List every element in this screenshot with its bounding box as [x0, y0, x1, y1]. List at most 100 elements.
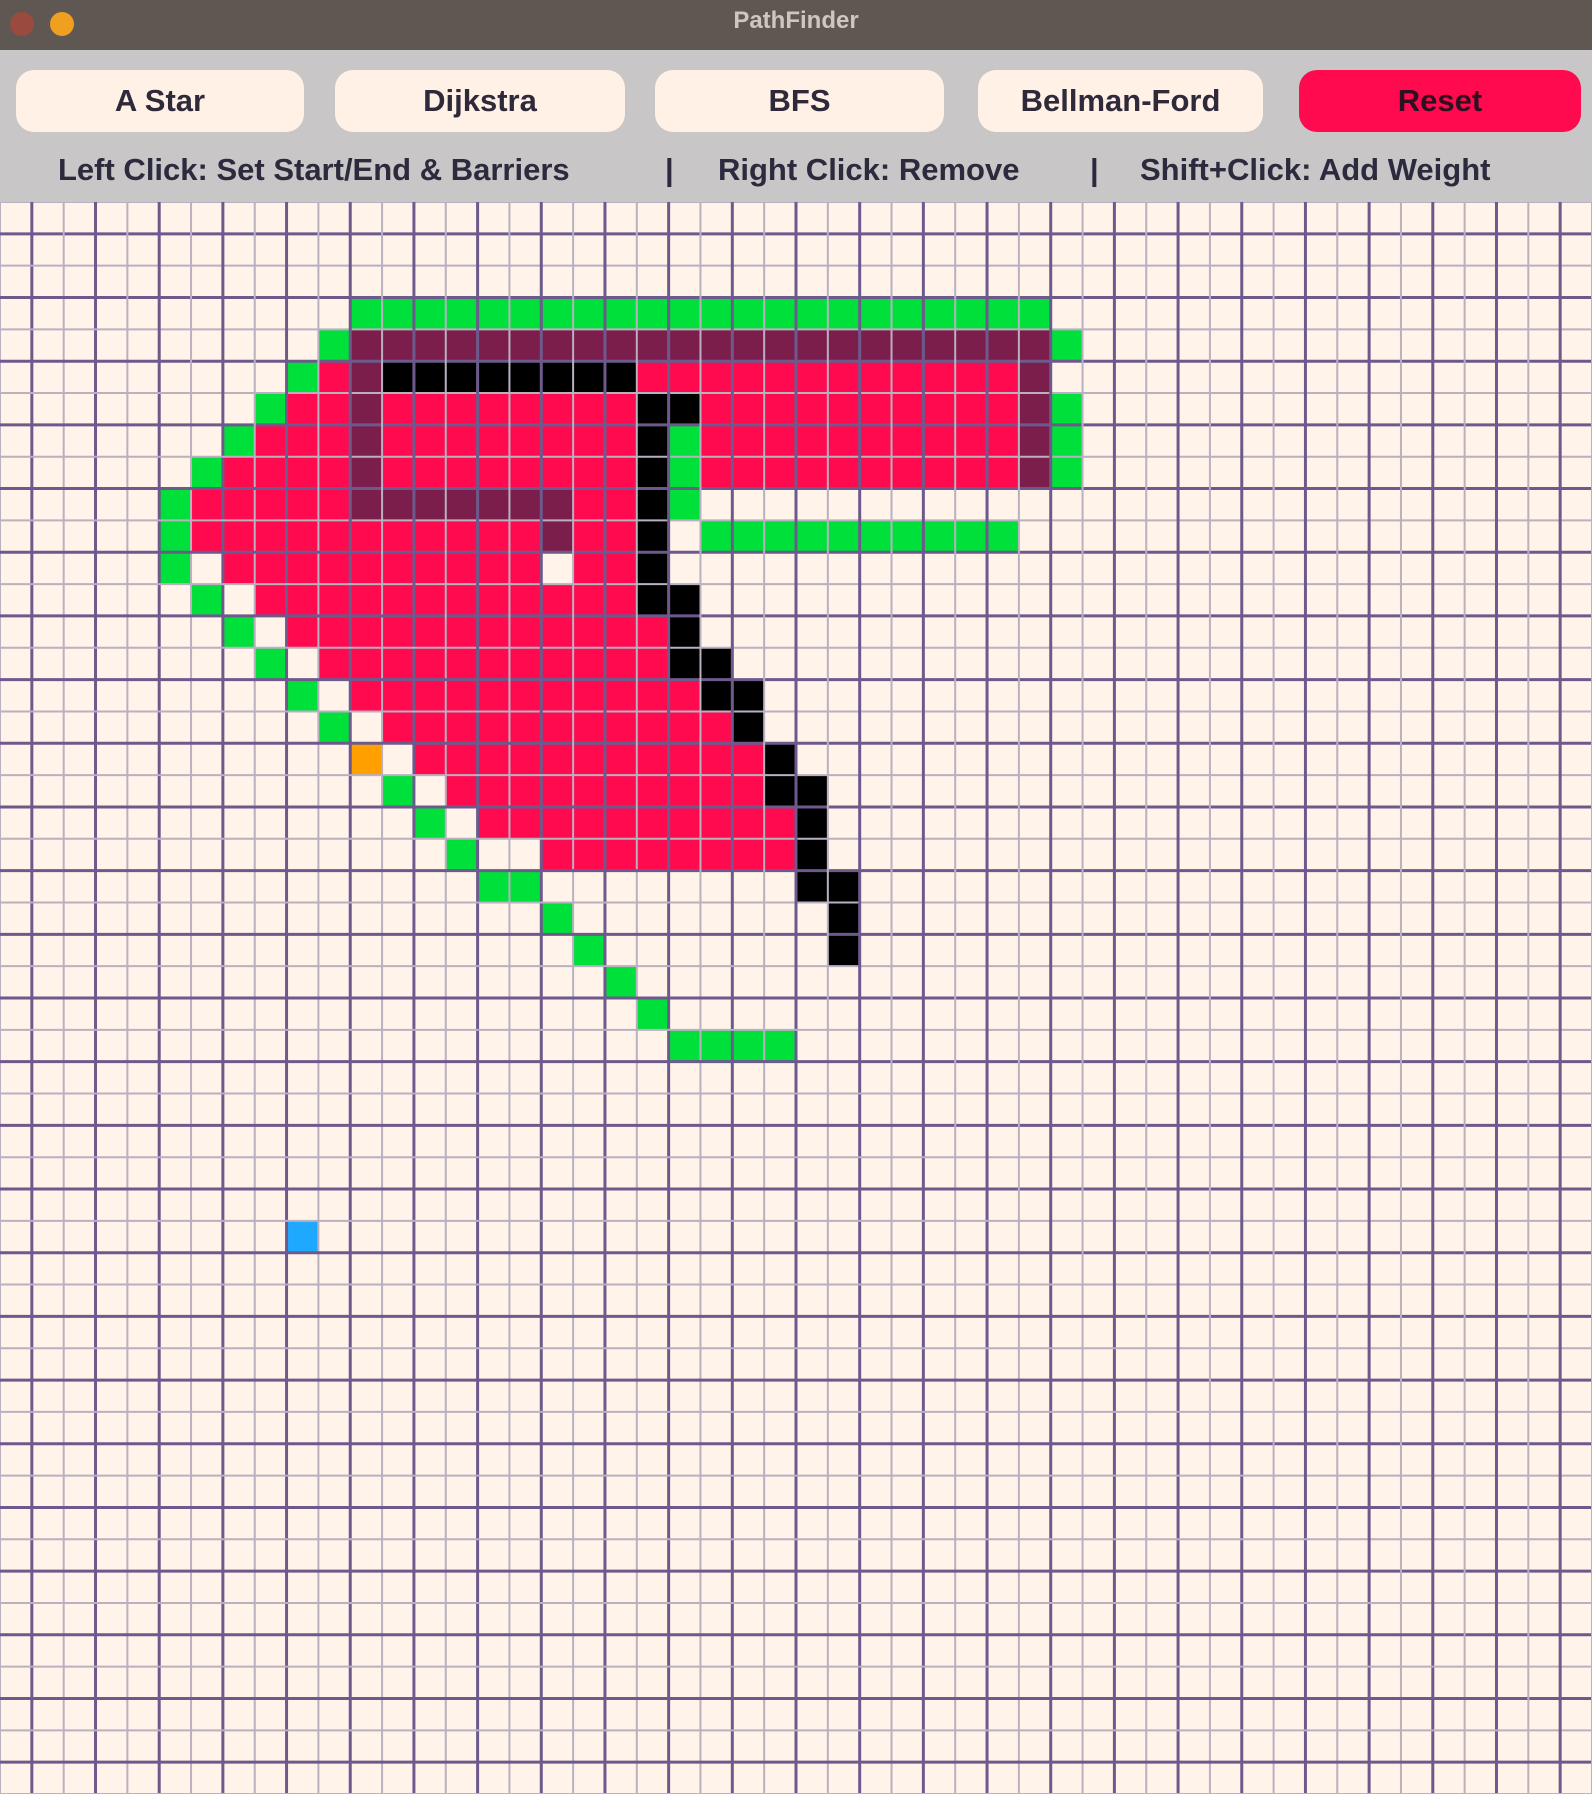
pathfinding-grid[interactable]	[0, 202, 1592, 1794]
open-cell[interactable]	[1050, 456, 1083, 489]
barrier-cell[interactable]	[796, 838, 828, 871]
barrier-cell[interactable]	[636, 584, 669, 616]
open-cell[interactable]	[827, 520, 860, 553]
open-cell[interactable]	[891, 297, 924, 330]
open-cell[interactable]	[923, 520, 956, 553]
open-cell[interactable]	[668, 488, 701, 521]
path-cell[interactable]	[413, 329, 446, 362]
open-cell[interactable]	[891, 520, 924, 553]
open-cell[interactable]	[318, 329, 351, 362]
barrier-cell[interactable]	[668, 584, 701, 616]
path-cell[interactable]	[413, 488, 446, 521]
closed-cell[interactable]	[413, 743, 765, 776]
barrier-cell[interactable]	[827, 934, 860, 967]
path-cell[interactable]	[764, 329, 796, 362]
open-cell[interactable]	[987, 297, 1019, 330]
open-cell[interactable]	[1050, 424, 1083, 457]
open-cell[interactable]	[413, 297, 446, 330]
path-cell[interactable]	[668, 329, 701, 362]
open-cell[interactable]	[796, 297, 828, 330]
open-cell[interactable]	[700, 520, 733, 553]
open-cell[interactable]	[191, 456, 223, 489]
open-cell[interactable]	[413, 806, 446, 839]
open-cell[interactable]	[350, 297, 383, 330]
open-cell[interactable]	[159, 552, 192, 585]
open-cell[interactable]	[254, 647, 287, 680]
open-cell[interactable]	[445, 838, 478, 871]
open-cell[interactable]	[700, 297, 733, 330]
barrier-cell[interactable]	[764, 775, 796, 807]
path-cell[interactable]	[573, 329, 605, 362]
barrier-cell[interactable]	[668, 393, 701, 425]
barrier-cell[interactable]	[636, 456, 669, 489]
open-cell[interactable]	[159, 488, 192, 521]
barrier-cell[interactable]	[509, 361, 542, 394]
path-cell[interactable]	[955, 329, 988, 362]
open-cell[interactable]	[286, 361, 319, 394]
barrier-cell[interactable]	[796, 870, 828, 903]
path-cell[interactable]	[350, 488, 383, 521]
path-cell[interactable]	[1018, 424, 1051, 457]
open-cell[interactable]	[222, 615, 255, 648]
barrier-cell[interactable]	[636, 424, 669, 457]
open-cell[interactable]	[477, 870, 510, 903]
barrier-cell[interactable]	[700, 647, 733, 680]
open-cell[interactable]	[191, 584, 223, 616]
barrier-cell[interactable]	[796, 775, 828, 807]
open-cell[interactable]	[668, 297, 701, 330]
open-cell[interactable]	[509, 297, 542, 330]
open-cell[interactable]	[764, 1029, 796, 1062]
path-cell[interactable]	[541, 520, 574, 553]
path-cell[interactable]	[382, 488, 414, 521]
open-cell[interactable]	[1050, 393, 1083, 425]
open-cell[interactable]	[668, 424, 701, 457]
path-cell[interactable]	[604, 329, 637, 362]
path-cell[interactable]	[509, 329, 542, 362]
open-cell[interactable]	[764, 297, 796, 330]
closed-cell[interactable]	[350, 679, 701, 712]
open-cell[interactable]	[382, 775, 414, 807]
open-cell[interactable]	[764, 520, 796, 553]
open-cell[interactable]	[668, 456, 701, 489]
barrier-cell[interactable]	[382, 361, 414, 394]
open-cell[interactable]	[604, 297, 637, 330]
barrier-cell[interactable]	[668, 615, 701, 648]
bfs-button[interactable]: BFS	[655, 70, 944, 132]
reset-button[interactable]: Reset	[1299, 70, 1581, 132]
open-cell[interactable]	[222, 424, 255, 457]
path-cell[interactable]	[636, 329, 669, 362]
barrier-cell[interactable]	[732, 679, 765, 712]
open-cell[interactable]	[859, 297, 892, 330]
open-cell[interactable]	[859, 520, 892, 553]
path-cell[interactable]	[1018, 456, 1051, 489]
open-cell[interactable]	[636, 998, 669, 1030]
open-cell[interactable]	[573, 297, 605, 330]
open-cell[interactable]	[382, 297, 414, 330]
path-cell[interactable]	[445, 329, 478, 362]
open-cell[interactable]	[636, 297, 669, 330]
open-cell[interactable]	[254, 393, 287, 425]
open-cell[interactable]	[477, 297, 510, 330]
a-star-button[interactable]: A Star	[16, 70, 304, 132]
barrier-cell[interactable]	[636, 552, 669, 585]
open-cell[interactable]	[318, 711, 351, 744]
path-cell[interactable]	[541, 329, 574, 362]
path-cell[interactable]	[350, 329, 383, 362]
barrier-cell[interactable]	[668, 647, 701, 680]
open-cell[interactable]	[955, 297, 988, 330]
open-cell[interactable]	[604, 966, 637, 998]
open-cell[interactable]	[1050, 329, 1083, 362]
open-cell[interactable]	[923, 297, 956, 330]
path-cell[interactable]	[827, 329, 860, 362]
barrier-cell[interactable]	[413, 361, 446, 394]
path-cell[interactable]	[445, 488, 478, 521]
path-cell[interactable]	[1018, 329, 1051, 362]
path-cell[interactable]	[477, 488, 510, 521]
path-cell[interactable]	[891, 329, 924, 362]
open-cell[interactable]	[955, 520, 988, 553]
closed-cell[interactable]	[445, 775, 796, 807]
barrier-cell[interactable]	[636, 393, 669, 425]
barrier-cell[interactable]	[445, 361, 478, 394]
path-cell[interactable]	[477, 329, 510, 362]
open-cell[interactable]	[286, 679, 319, 712]
